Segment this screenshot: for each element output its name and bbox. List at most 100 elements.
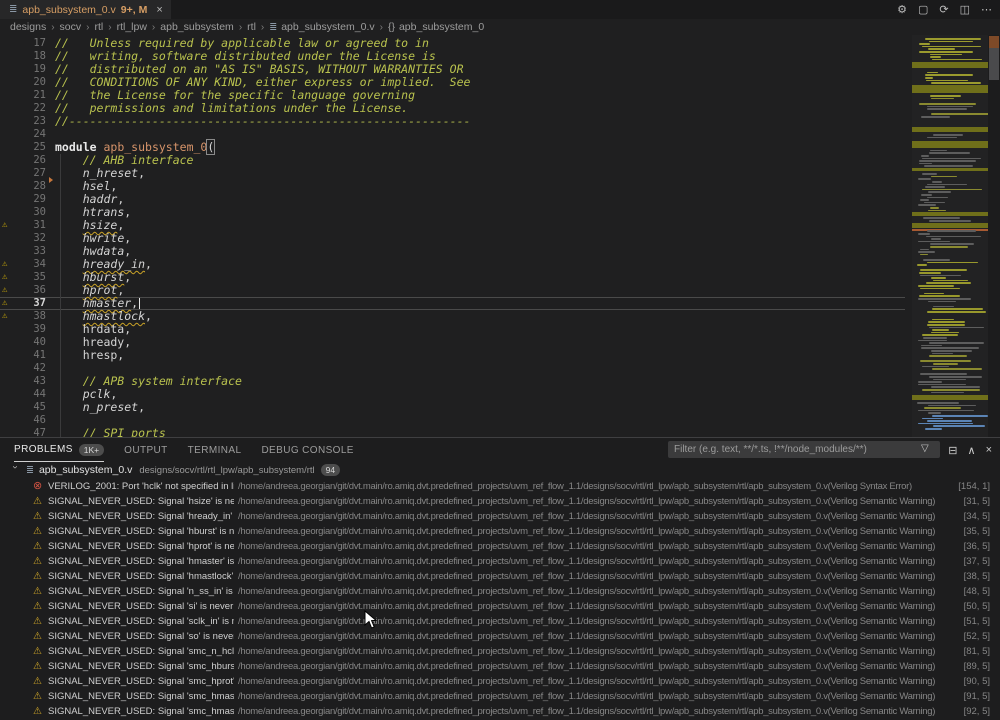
line-number: 23 [16,115,46,128]
problem-row[interactable]: ⚠SIGNAL_NEVER_USED: Signal 'n_ss_in' is … [0,584,1000,599]
problem-row[interactable]: ⚠SIGNAL_NEVER_USED: Signal 'hburst' is n… [0,524,1000,539]
problem-row[interactable]: ⚠SIGNAL_NEVER_USED: Signal 'hmaster' is … [0,554,1000,569]
code-line[interactable]: 40 hready, [0,336,905,349]
settings-gear-icon[interactable]: ⚙ [897,3,907,16]
close-tab-icon[interactable]: × [156,4,162,16]
minimap-highlight-band [912,141,988,148]
problem-location: [52, 5] [964,631,990,642]
code-line[interactable]: ⚠34 hready_in, [0,258,905,271]
problem-message: SIGNAL_NEVER_USED: Signal 'hburst' is ne… [48,526,234,537]
close-panel-icon[interactable]: × [986,444,992,456]
panel-tab-problems[interactable]: PROBLEMS1K+ [14,439,104,462]
code-token: n_preset [83,400,138,414]
code-line[interactable]: 45 n_preset, [0,401,905,414]
code-line[interactable]: 43 // APB system interface [0,375,905,388]
minimap-mark [927,106,973,108]
problem-row[interactable]: ⚠SIGNAL_NEVER_USED: Signal 'smc_hburst'.… [0,659,1000,674]
minimap-mark [927,311,985,313]
problem-row[interactable]: ⚠SIGNAL_NEVER_USED: Signal 'smc_hmast...… [0,689,1000,704]
line-number: 37 [16,297,46,310]
code-line[interactable]: 23//------------------------------------… [0,115,905,128]
code-line[interactable]: 30 htrans, [0,206,905,219]
minimap-mark [918,285,954,287]
minimap-mark [920,249,929,251]
minimap-mark [928,412,941,414]
editor-tab[interactable]: ≣ apb_subsystem_0.v 9+, M × [0,0,171,19]
tab-bar: ≣ apb_subsystem_0.v 9+, M × ⚙ ▢ ⟳ ◫ ⋯ [0,0,1000,19]
panel-tab-debug-console[interactable]: DEBUG CONSOLE [261,439,353,462]
collapse-all-icon[interactable]: ⊟ [948,444,957,457]
minimap[interactable] [912,35,988,437]
code-line[interactable]: 41 hresp, [0,349,905,362]
minimap-mark [919,51,974,53]
problem-row[interactable]: ⚠SIGNAL_NEVER_USED: Signal 'hsize' is ne… [0,494,1000,509]
code-token: , [117,283,124,297]
problem-row[interactable]: ⚠SIGNAL_NEVER_USED: Signal 'smc_n_hclk'.… [0,644,1000,659]
code-line[interactable]: 28 hsel, [0,180,905,193]
split-editor-icon[interactable]: ◫ [960,3,970,16]
minimap-mark [918,298,971,300]
more-actions-icon[interactable]: ⋯ [981,3,992,16]
problem-row[interactable]: ⚠SIGNAL_NEVER_USED: Signal 'sclk_in' is … [0,614,1000,629]
layout-icon[interactable]: ▢ [918,3,928,16]
problem-file-path: /home/andreea.georgian/git/dvt.main/ro.a… [238,631,960,642]
code-line[interactable]: ⚠31 hsize, [0,219,905,232]
breadcrumb-item[interactable]: ≣apb_subsystem_0.v [269,21,374,33]
problem-row[interactable]: ⚠SIGNAL_NEVER_USED: Signal 'hprot' is ne… [0,539,1000,554]
code-token: module [55,140,97,154]
minimap-mark [932,181,942,183]
editor-scrollbar[interactable] [988,35,1000,437]
code-token: ( [207,140,214,154]
warning-icon: ⚠ [0,284,16,297]
problem-file-path: /home/andreea.georgian/git/dvt.main/ro.a… [238,661,960,672]
minimap-mark [919,160,977,162]
code-line[interactable]: ⚠35 hburst, [0,271,905,284]
code-line[interactable]: 29 haddr, [0,193,905,206]
breadcrumb-item[interactable]: designs [10,21,46,33]
breadcrumb-label: rtl_lpw [117,21,147,33]
minimap-mark [931,113,988,115]
minimap-mark [931,392,963,394]
breadcrumb-item[interactable]: rtl [247,21,256,33]
problem-message: SIGNAL_NEVER_USED: Signal 'smc_hprot' i.… [48,676,234,687]
line-number: 32 [16,232,46,245]
code-line[interactable]: 39 hrdata, [0,323,905,336]
problem-row[interactable]: ⚠SIGNAL_NEVER_USED: Signal 'si' is never… [0,599,1000,614]
open-changes-icon[interactable]: ⟳ [939,3,948,16]
problems-filter-input[interactable] [668,441,940,458]
breadcrumb-item[interactable]: socv [60,21,82,33]
problem-row[interactable]: ⚠SIGNAL_NEVER_USED: Signal 'hready_in' i… [0,509,1000,524]
breadcrumb-item[interactable]: rtl [94,21,103,33]
minimap-mark [931,277,945,279]
panel-tab-terminal[interactable]: TERMINAL [188,439,242,462]
code-token: , [145,257,152,271]
breadcrumb-item[interactable]: {}apb_subsystem_0 [388,21,484,33]
problem-message: SIGNAL_NEVER_USED: Signal 'smc_n_hclk'..… [48,646,234,657]
minimap-mark [927,262,978,264]
problem-row[interactable]: ⚠SIGNAL_NEVER_USED: Signal 'smc_hprot' i… [0,674,1000,689]
code-line[interactable]: 32 hwrite, [0,232,905,245]
code-editor[interactable]: 17// Unless required by applicable law o… [0,35,1000,437]
minimap-mark [933,280,968,282]
chevron-up-icon[interactable]: ∧ [968,444,976,457]
problem-file-path: /home/andreea.georgian/git/dvt.main/ro.a… [238,541,960,552]
chevron-down-icon[interactable]: › [10,465,21,475]
code-line[interactable]: 47 // SPI ports [0,427,905,437]
breadcrumb: designs›socv›rtl›rtl_lpw›apb_subsystem›r… [0,19,1000,35]
code-line[interactable]: 27 n_hreset, [0,167,905,180]
code-line[interactable]: ⚠38 hmastlock, [0,310,905,323]
problem-row[interactable]: ⚠SIGNAL_NEVER_USED: Signal 'hmastlock' i… [0,569,1000,584]
panel-tab-output[interactable]: OUTPUT [124,439,168,462]
problem-location: [92, 5] [964,706,990,717]
code-token: , [138,400,145,414]
problem-row[interactable]: ⚠SIGNAL_NEVER_USED: Signal 'so' is never… [0,629,1000,644]
problem-row[interactable]: ⚠SIGNAL_NEVER_USED: Signal 'smc_hmastl..… [0,704,1000,719]
breadcrumb-item[interactable]: apb_subsystem [160,21,234,33]
problem-row[interactable]: ⊗VERILOG_2001: Port 'hclk' not specified… [0,479,1000,494]
code-text: // SPI ports [55,427,166,437]
problems-file-group[interactable]: › ≣ apb_subsystem_0.v designs/socv/rtl/r… [0,462,1000,478]
filter-funnel-icon[interactable]: ▽ [921,443,929,454]
breadcrumb-item[interactable]: rtl_lpw [117,21,147,33]
minimap-mark [928,405,976,407]
minimap-mark [920,360,971,362]
